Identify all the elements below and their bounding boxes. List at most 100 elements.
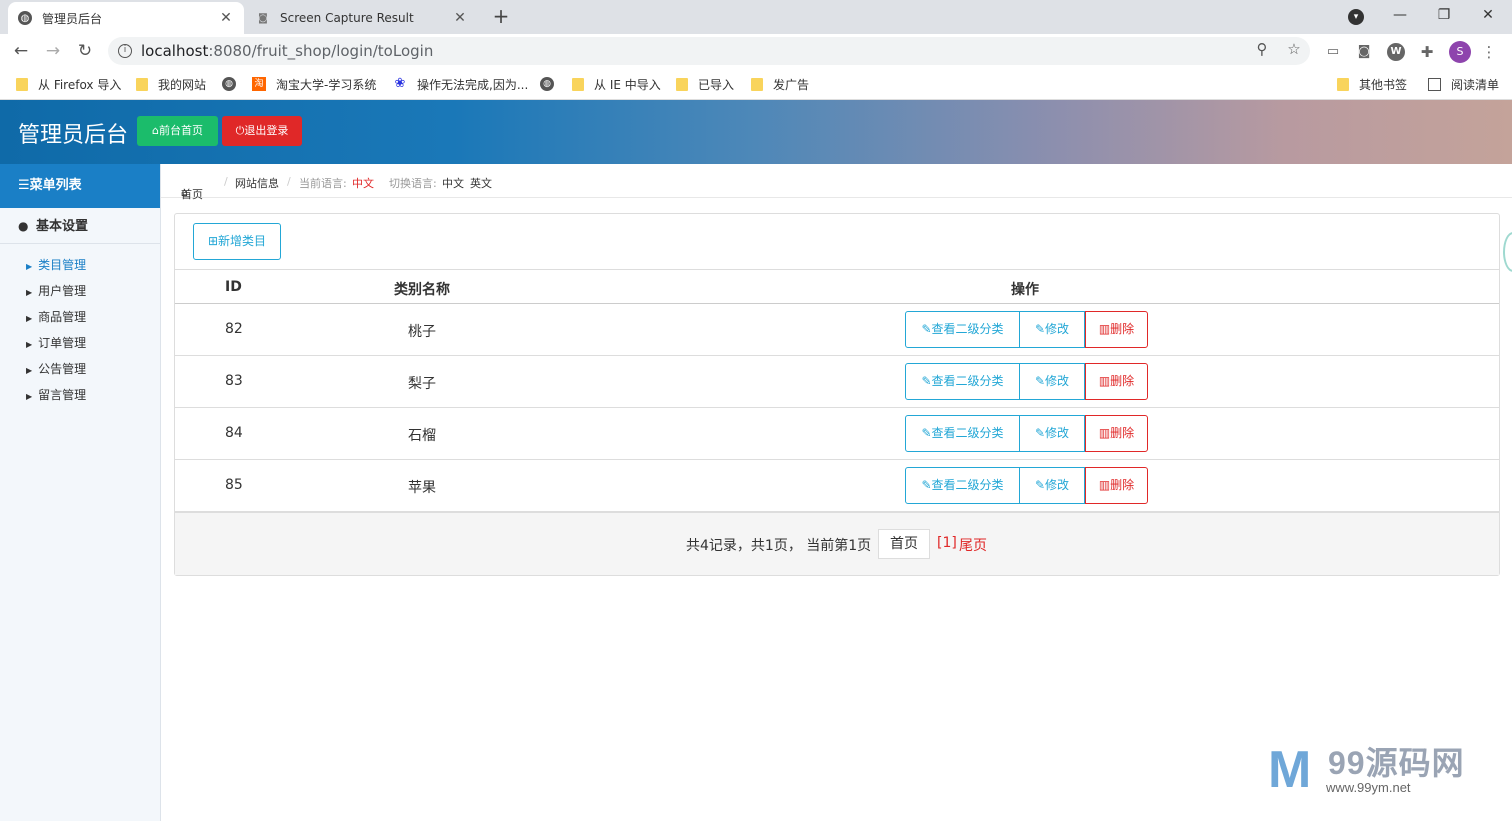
edit-button[interactable]: ✎修改 bbox=[1020, 467, 1085, 504]
reading-list[interactable]: 阅读清单 bbox=[1428, 76, 1499, 92]
bookmark-item[interactable]: 我的网站 bbox=[136, 76, 206, 92]
forward-button[interactable]: → bbox=[40, 38, 66, 64]
restore-button[interactable]: ❐ bbox=[1422, 4, 1466, 28]
row-name: 梨子 bbox=[408, 376, 436, 392]
bookmark-item[interactable]: ◍ bbox=[540, 76, 564, 92]
sidebar-group-basic-settings[interactable]: ● 基本设置 bbox=[0, 208, 160, 244]
zoom-icon[interactable]: ⚲ bbox=[1252, 39, 1272, 59]
lang-zh-link[interactable]: 中文 bbox=[442, 175, 464, 191]
delete-button[interactable]: ▥删除 bbox=[1085, 415, 1148, 452]
trash-icon: ▥ bbox=[1098, 322, 1111, 336]
bookmark-item[interactable]: ◍ bbox=[222, 76, 246, 92]
row-actions: ✎查看二级分类 ✎修改 ▥删除 bbox=[905, 311, 1148, 348]
column-header-id: ID bbox=[225, 279, 242, 295]
close-window-button[interactable]: ✕ bbox=[1466, 4, 1510, 28]
new-tab-button[interactable]: + bbox=[488, 5, 514, 29]
user-icon: ● bbox=[18, 219, 29, 233]
extension-w-icon[interactable]: W bbox=[1387, 43, 1405, 61]
folder-icon bbox=[1337, 77, 1349, 91]
sidebar-item-messages[interactable]: ▶ 留言管理 bbox=[0, 382, 160, 408]
edit-icon: ✎ bbox=[921, 478, 932, 492]
avatar[interactable]: S bbox=[1449, 41, 1471, 63]
breadcrumb: ⌂ 首页 / 网站信息 / 当前语言: 中文 切换语言: 中文 英文 bbox=[161, 164, 1512, 201]
view-subcategory-button[interactable]: ✎查看二级分类 bbox=[905, 311, 1020, 348]
app-header: 管理员后台 ⌂前台首页 ⏻退出登录 bbox=[0, 100, 1512, 164]
row-id: 82 bbox=[225, 321, 243, 337]
row-actions: ✎查看二级分类 ✎修改 ▥删除 bbox=[905, 467, 1148, 504]
sidebar-item-products[interactable]: ▶ 商品管理 bbox=[0, 304, 160, 330]
caret-right-icon: ▶ bbox=[26, 340, 33, 349]
edit-button[interactable]: ✎修改 bbox=[1020, 311, 1085, 348]
bookmark-item[interactable]: 已导入 bbox=[676, 76, 734, 92]
address-bar[interactable]: i localhost:8080/fruit_shop/login/toLogi… bbox=[108, 37, 1310, 65]
edit-icon: ✎ bbox=[921, 322, 932, 336]
breadcrumb-separator: / bbox=[224, 175, 228, 188]
logout-button[interactable]: ⏻退出登录 bbox=[222, 116, 302, 146]
site-info-icon[interactable]: i bbox=[118, 44, 132, 58]
screenshot-icon[interactable]: ◙ bbox=[1355, 43, 1373, 61]
current-page[interactable]: [1] bbox=[937, 535, 957, 551]
bookmark-star-icon[interactable]: ☆ bbox=[1284, 39, 1304, 59]
browser-tabstrip: ◍ 管理员后台 ✕ ◙ Screen Capture Result ✕ + ▾ … bbox=[0, 0, 1512, 34]
table-row: 85 苹果 ✎查看二级分类 ✎修改 ▥删除 bbox=[175, 460, 1499, 512]
current-language-label: 当前语言: bbox=[299, 177, 347, 190]
cast-icon[interactable]: ▭ bbox=[1324, 43, 1342, 61]
bookmark-item[interactable]: 发广告 bbox=[751, 76, 809, 92]
front-home-button[interactable]: ⌂前台首页 bbox=[137, 116, 218, 146]
browser-toolbar: ← → ↻ i localhost:8080/fruit_shop/login/… bbox=[0, 34, 1512, 68]
table-row: 83 梨子 ✎查看二级分类 ✎修改 ▥删除 bbox=[175, 356, 1499, 408]
column-header-name: 类别名称 bbox=[394, 282, 450, 298]
table-row: 84 石榴 ✎查看二级分类 ✎修改 ▥删除 bbox=[175, 408, 1499, 460]
bookmark-item[interactable]: ❀ 操作无法完成,因为... bbox=[393, 76, 529, 92]
tab-screen-capture[interactable]: ◙ Screen Capture Result ✕ bbox=[246, 2, 478, 34]
row-id: 84 bbox=[225, 425, 243, 441]
row-id: 83 bbox=[225, 373, 243, 389]
baidu-paw-icon: ❀ bbox=[394, 76, 406, 91]
edit-button[interactable]: ✎修改 bbox=[1020, 415, 1085, 452]
close-icon[interactable]: ✕ bbox=[452, 10, 468, 26]
watermark-logo: M bbox=[1268, 741, 1312, 799]
reload-button[interactable]: ↻ bbox=[72, 38, 98, 64]
edit-button[interactable]: ✎修改 bbox=[1020, 363, 1085, 400]
pagination-info: 共4记录，共1页， 当前第1页 bbox=[686, 538, 872, 554]
view-subcategory-button[interactable]: ✎查看二级分类 bbox=[905, 363, 1020, 400]
watermark-subtitle: www.99ym.net bbox=[1326, 780, 1411, 795]
taobao-icon: 淘 bbox=[252, 77, 266, 91]
other-bookmarks[interactable]: 其他书签 bbox=[1337, 76, 1407, 92]
row-actions: ✎查看二级分类 ✎修改 ▥删除 bbox=[905, 415, 1148, 452]
bookmark-item[interactable]: 从 Firefox 导入 bbox=[16, 76, 121, 92]
back-button[interactable]: ← bbox=[8, 38, 34, 64]
sidebar-item-users[interactable]: ▶ 用户管理 bbox=[0, 278, 160, 304]
caret-right-icon: ▶ bbox=[26, 366, 33, 375]
delete-button[interactable]: ▥删除 bbox=[1085, 467, 1148, 504]
sidebar-item-orders[interactable]: ▶ 订单管理 bbox=[0, 330, 160, 356]
view-subcategory-button[interactable]: ✎查看二级分类 bbox=[905, 467, 1020, 504]
home-icon: ⌂ bbox=[152, 124, 159, 137]
sidebar-item-category[interactable]: ▶ 类目管理 bbox=[0, 252, 160, 278]
trash-icon: ▥ bbox=[1098, 478, 1111, 492]
folder-icon bbox=[136, 77, 148, 91]
minimize-button[interactable]: — bbox=[1378, 4, 1422, 28]
bookmark-item[interactable]: 淘淘宝大学-学习系统 bbox=[252, 76, 376, 92]
table-row: 82 桃子 ✎查看二级分类 ✎修改 ▥删除 bbox=[175, 304, 1499, 356]
caret-right-icon: ▶ bbox=[26, 288, 33, 297]
side-widget[interactable] bbox=[1503, 232, 1512, 272]
last-page-link[interactable]: 尾页 bbox=[959, 535, 987, 555]
breadcrumb-site-info[interactable]: 网站信息 bbox=[235, 175, 279, 191]
sidebar-item-notices[interactable]: ▶ 公告管理 bbox=[0, 356, 160, 382]
add-category-button[interactable]: ⊞新增类目 bbox=[193, 223, 281, 260]
lang-en-link[interactable]: 英文 bbox=[470, 175, 492, 191]
pagination: 共4记录，共1页， 当前第1页 首页 [1] 尾页 bbox=[175, 512, 1499, 575]
puzzle-icon[interactable]: ✚ bbox=[1418, 43, 1436, 61]
tab-admin[interactable]: ◍ 管理员后台 ✕ bbox=[8, 2, 244, 34]
kebab-menu-icon[interactable]: ⋮ bbox=[1480, 43, 1498, 61]
menu-header[interactable]: ☰菜单列表 bbox=[0, 164, 160, 208]
bookmark-item[interactable]: 从 IE 中导入 bbox=[572, 76, 661, 92]
tab-search-icon[interactable]: ▾ bbox=[1348, 9, 1364, 25]
globe-icon: ◍ bbox=[18, 11, 32, 25]
close-icon[interactable]: ✕ bbox=[218, 10, 234, 26]
view-subcategory-button[interactable]: ✎查看二级分类 bbox=[905, 415, 1020, 452]
delete-button[interactable]: ▥删除 bbox=[1085, 363, 1148, 400]
first-page-button[interactable]: 首页 bbox=[878, 529, 930, 559]
delete-button[interactable]: ▥删除 bbox=[1085, 311, 1148, 348]
